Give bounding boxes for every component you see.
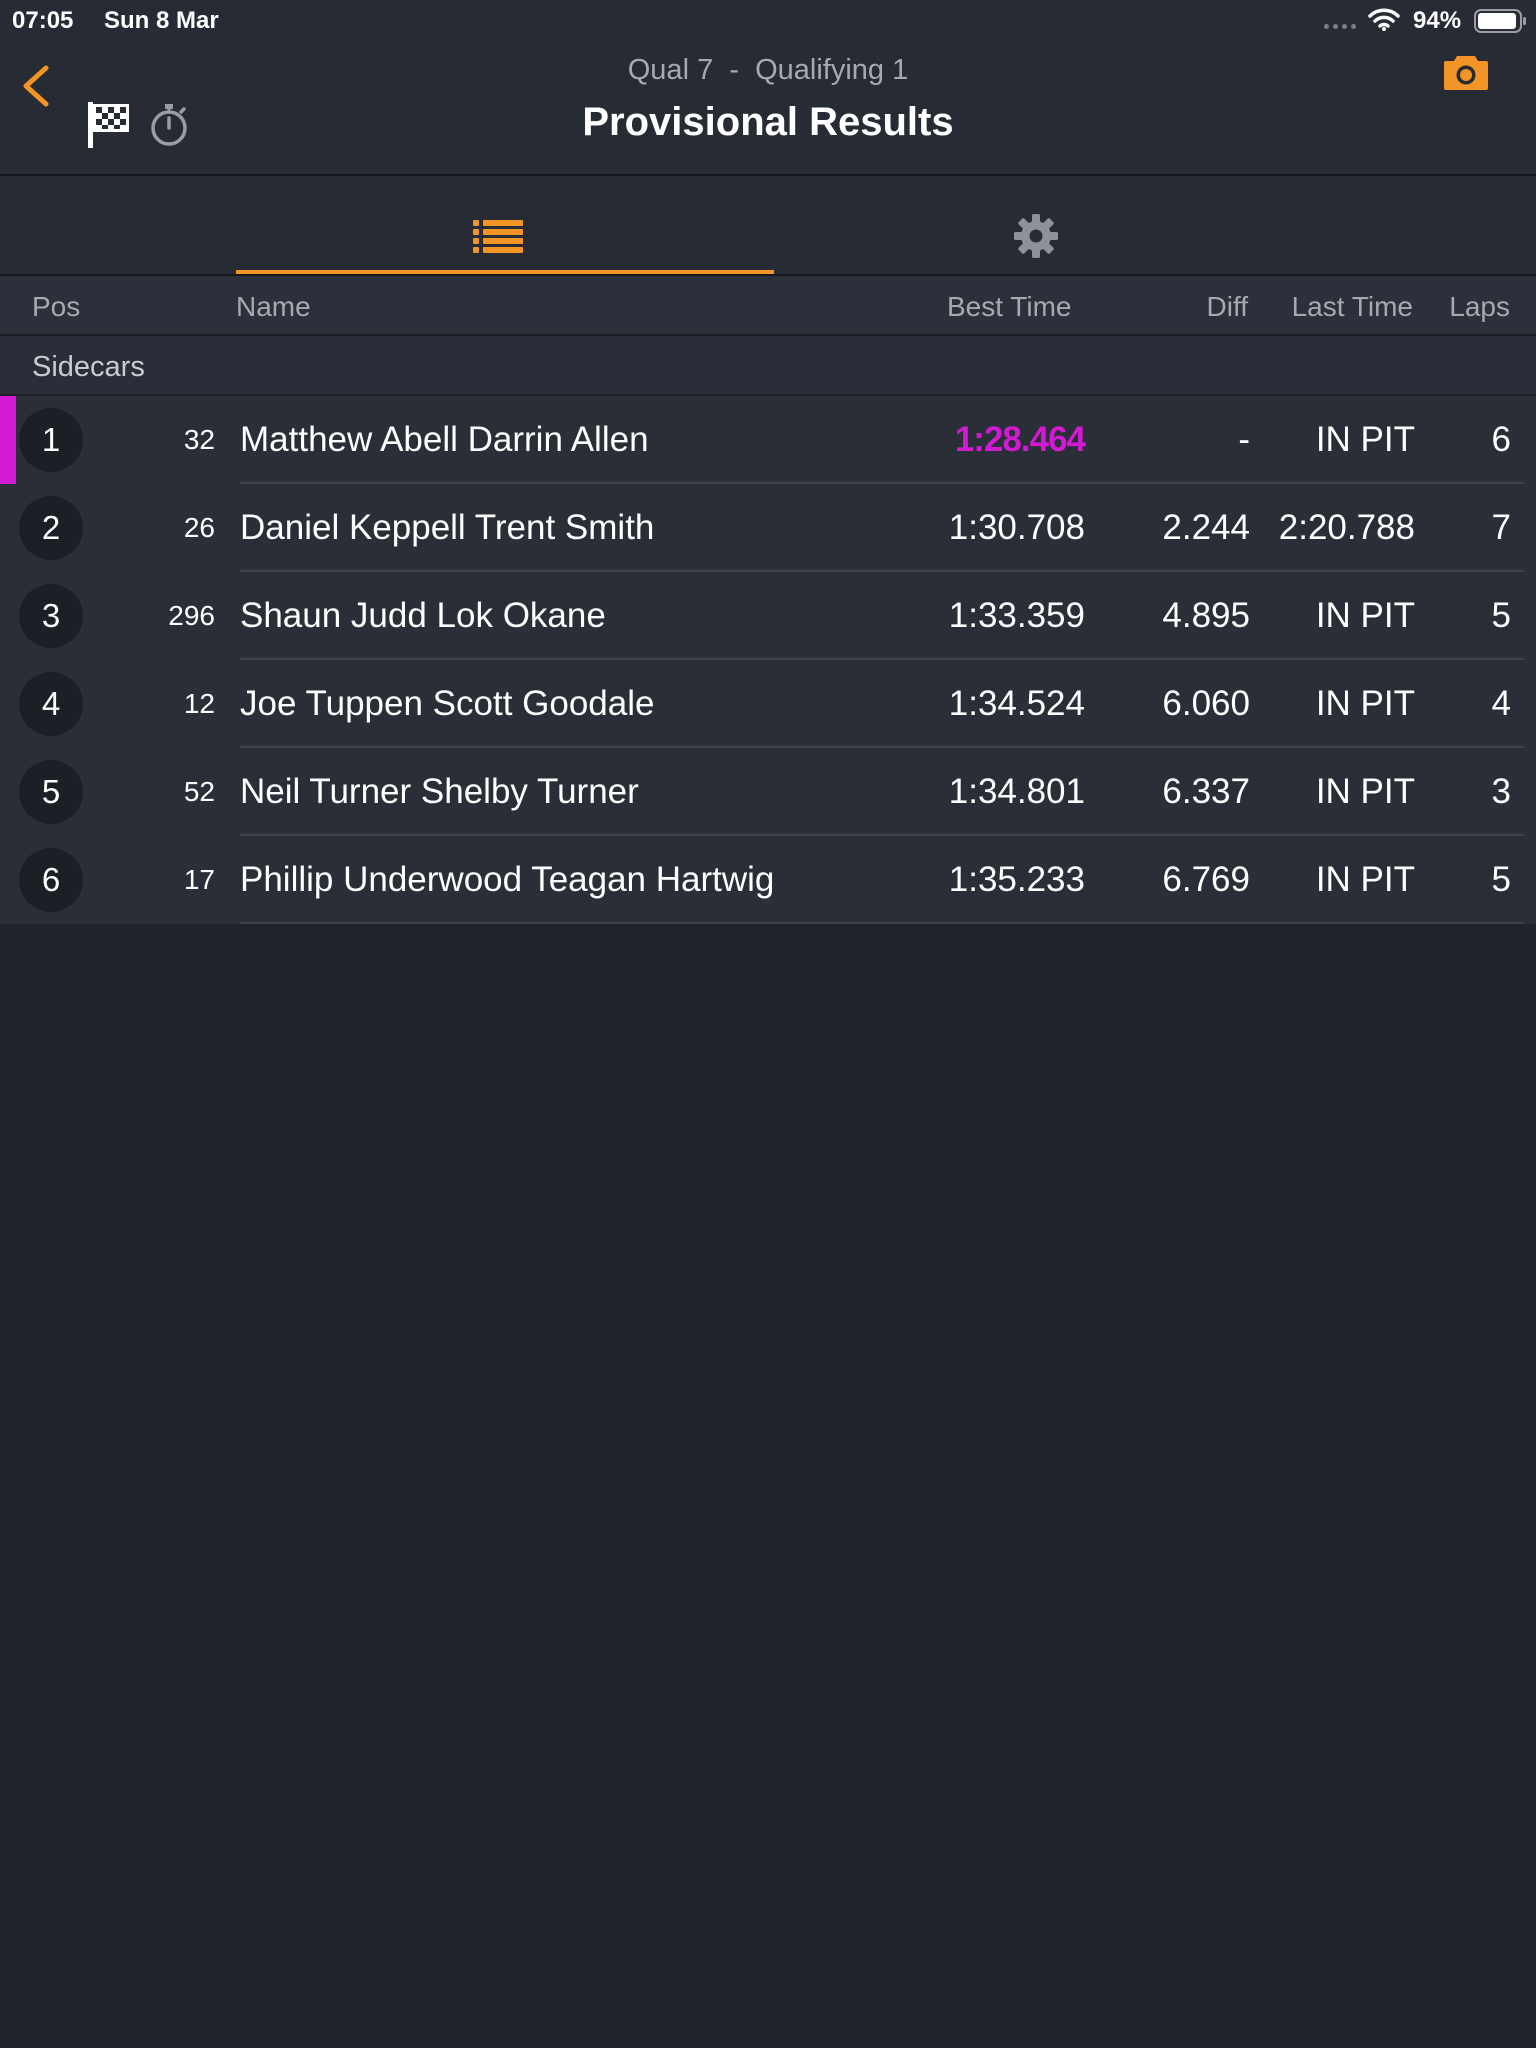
diff-time: 4.895 bbox=[1162, 596, 1250, 635]
battery-icon bbox=[1474, 9, 1526, 33]
table-row[interactable]: 6 17 Phillip Underwood Teagan Hartwig 1:… bbox=[0, 836, 1536, 924]
last-time: 2:20.788 bbox=[1278, 508, 1415, 547]
competitor-name: Phillip Underwood Teagan Hartwig bbox=[240, 860, 775, 899]
view-tab-bar bbox=[0, 176, 1536, 276]
competitor-number: 17 bbox=[183, 864, 215, 895]
laps-count: 4 bbox=[1491, 684, 1511, 723]
laps-count: 6 bbox=[1491, 420, 1511, 459]
diff-time: 2.244 bbox=[1162, 508, 1250, 547]
tab-settings[interactable] bbox=[774, 176, 1312, 274]
results-list: 1 32 Matthew Abell Darrin Allen 1:28.464… bbox=[0, 396, 1536, 924]
status-time: 07:05 bbox=[12, 7, 74, 34]
page-title: Provisional Results bbox=[582, 100, 954, 144]
competitor-name: Matthew Abell Darrin Allen bbox=[240, 420, 649, 459]
competitor-number: 32 bbox=[183, 424, 215, 455]
laps-count: 3 bbox=[1491, 772, 1511, 811]
gear-icon bbox=[1014, 214, 1058, 258]
diff-time: 6.337 bbox=[1162, 772, 1250, 811]
table-row[interactable]: 5 52 Neil Turner Shelby Turner 1:34.801 … bbox=[0, 748, 1536, 836]
status-bar: 07:05 Sun 8 Mar 94% bbox=[0, 0, 1536, 40]
laps-count: 7 bbox=[1491, 508, 1511, 547]
best-time: 1:33.359 bbox=[948, 596, 1085, 635]
last-time: IN PIT bbox=[1315, 860, 1415, 899]
last-time: IN PIT bbox=[1315, 420, 1415, 459]
results-table-header: Pos Name Best Time Diff Last Time Laps bbox=[0, 276, 1536, 336]
position-badge: 6 bbox=[19, 848, 83, 912]
competitor-name: Shaun Judd Lok Okane bbox=[240, 596, 606, 635]
competitor-name: Daniel Keppell Trent Smith bbox=[240, 508, 655, 547]
table-row[interactable]: 1 32 Matthew Abell Darrin Allen 1:28.464… bbox=[0, 396, 1536, 484]
camera-icon[interactable] bbox=[1442, 52, 1490, 92]
position-badge: 2 bbox=[19, 496, 83, 560]
position-badge: 3 bbox=[19, 584, 83, 648]
best-time: 1:34.524 bbox=[948, 684, 1085, 723]
competitor-number: 52 bbox=[183, 776, 215, 807]
diff-time: 6.769 bbox=[1162, 860, 1250, 899]
competitor-number: 296 bbox=[168, 600, 215, 631]
diff-time: 6.060 bbox=[1162, 684, 1250, 723]
list-icon bbox=[473, 220, 523, 253]
status-date: Sun 8 Mar bbox=[104, 7, 219, 34]
laps-count: 5 bbox=[1491, 596, 1511, 635]
table-row[interactable]: 3 296 Shaun Judd Lok Okane 1:33.359 4.89… bbox=[0, 572, 1536, 660]
active-tab-indicator bbox=[236, 270, 774, 274]
last-time: IN PIT bbox=[1315, 684, 1415, 723]
competitor-name: Joe Tuppen Scott Goodale bbox=[240, 684, 655, 723]
best-time: 1:34.801 bbox=[948, 772, 1085, 811]
best-time: 1:30.708 bbox=[948, 508, 1085, 547]
fastest-lap-indicator bbox=[0, 396, 16, 484]
column-header-diff: Diff bbox=[1206, 291, 1249, 322]
battery-percentage: 94% bbox=[1413, 7, 1462, 34]
laps-count: 5 bbox=[1491, 860, 1511, 899]
competitor-number: 12 bbox=[183, 688, 215, 719]
tab-results-list[interactable] bbox=[236, 176, 774, 274]
column-header-best-time: Best Time bbox=[947, 291, 1072, 322]
best-time: 1:35.233 bbox=[948, 860, 1085, 899]
position-badge: 5 bbox=[19, 760, 83, 824]
table-row[interactable]: 2 26 Daniel Keppell Trent Smith 1:30.708… bbox=[0, 484, 1536, 572]
position-badge: 1 bbox=[19, 408, 83, 472]
wifi-icon bbox=[1368, 8, 1400, 31]
table-row[interactable]: 4 12 Joe Tuppen Scott Goodale 1:34.524 6… bbox=[0, 660, 1536, 748]
column-header-name: Name bbox=[236, 291, 311, 322]
class-group-label: Sidecars bbox=[32, 351, 145, 383]
screen: 07:05 Sun 8 Mar 94% Qual 7 - Qualifying … bbox=[0, 0, 1536, 2048]
last-time: IN PIT bbox=[1315, 596, 1415, 635]
column-header-laps: Laps bbox=[1449, 291, 1510, 322]
competitor-name: Neil Turner Shelby Turner bbox=[240, 772, 639, 811]
navigation-header: Qual 7 - Qualifying 1 Provisional Result… bbox=[0, 40, 1536, 176]
competitor-number: 26 bbox=[183, 512, 215, 543]
diff-time: - bbox=[1238, 420, 1250, 459]
class-group-header: Sidecars bbox=[0, 336, 1536, 396]
last-time: IN PIT bbox=[1315, 772, 1415, 811]
position-badge: 4 bbox=[19, 672, 83, 736]
best-time: 1:28.464 bbox=[954, 420, 1086, 459]
session-subtitle: Qual 7 - Qualifying 1 bbox=[627, 54, 909, 86]
cellular-signal-icon bbox=[1324, 24, 1356, 29]
column-header-last-time: Last Time bbox=[1291, 291, 1413, 322]
column-header-pos: Pos bbox=[32, 291, 81, 322]
